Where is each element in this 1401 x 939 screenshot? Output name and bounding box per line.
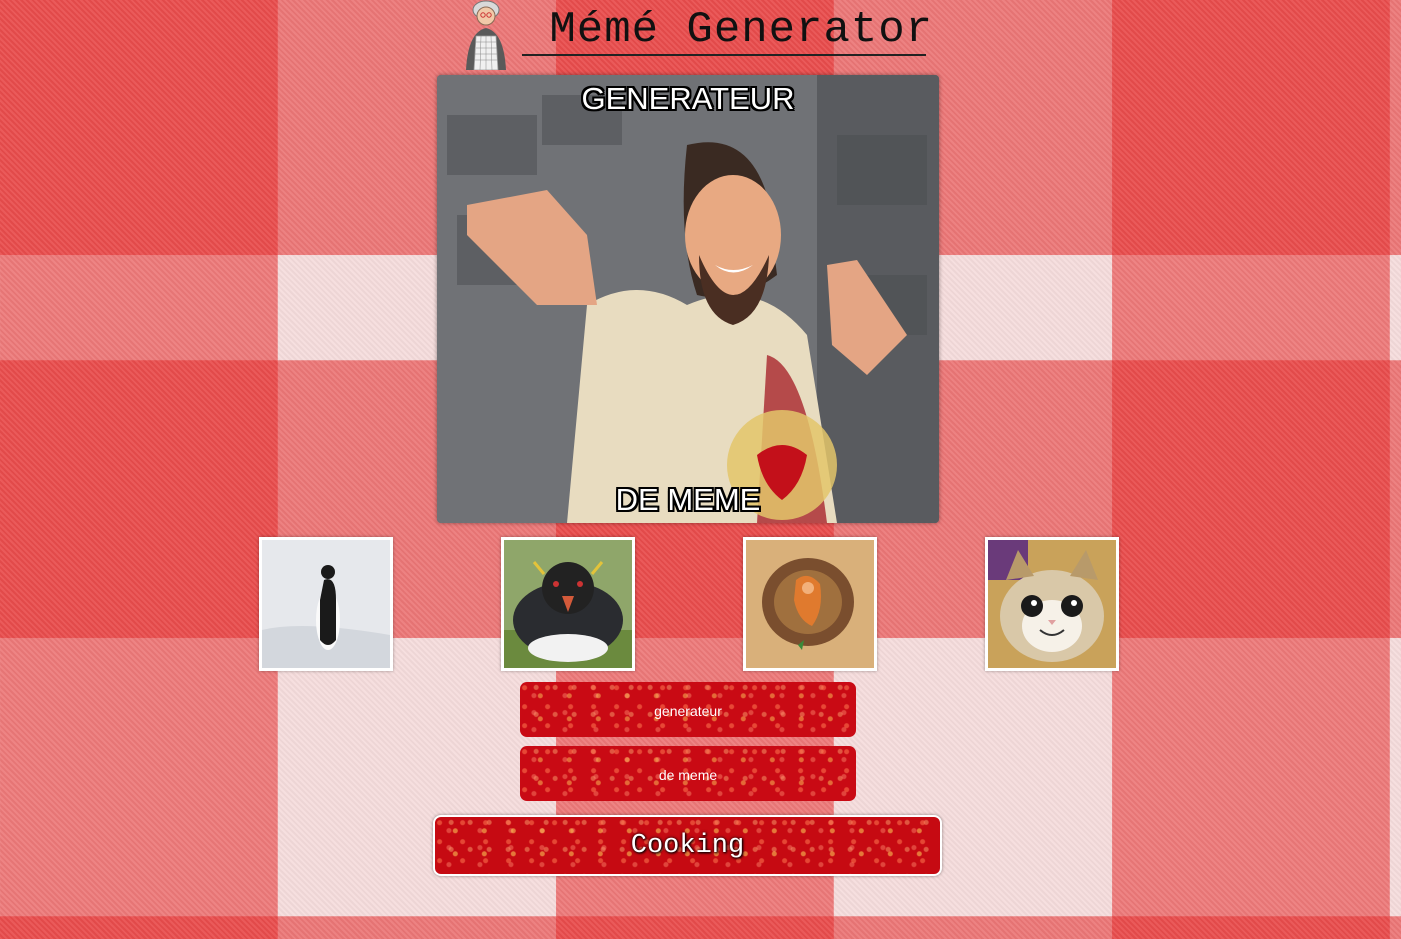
angry-penguin-image xyxy=(504,540,632,668)
penguin-snow-image xyxy=(262,540,390,668)
thumbnail-smiling-cat[interactable] xyxy=(985,537,1119,671)
thumbnail-penguin-snow[interactable] xyxy=(259,537,393,671)
grandma-chef-icon xyxy=(466,0,506,70)
top-text-input[interactable] xyxy=(520,682,856,737)
meme-image xyxy=(437,75,939,523)
thumbnail-angry-penguin[interactable] xyxy=(501,537,635,671)
explosion-crater-image xyxy=(746,540,874,668)
page-title: Mémé Generator xyxy=(522,5,934,56)
bottom-text-input[interactable] xyxy=(520,746,856,801)
meme-bottom-caption: DE MEME xyxy=(615,482,761,517)
thumbnail-explosion-crater[interactable] xyxy=(743,537,877,671)
meme-preview: GENERATEUR DE MEME xyxy=(437,75,939,523)
page-header: Mémé Generator xyxy=(448,0,934,70)
meme-top-caption: GENERATEUR xyxy=(581,81,795,116)
cooking-button[interactable]: Cooking xyxy=(433,815,942,876)
smiling-cat-image xyxy=(988,540,1116,668)
